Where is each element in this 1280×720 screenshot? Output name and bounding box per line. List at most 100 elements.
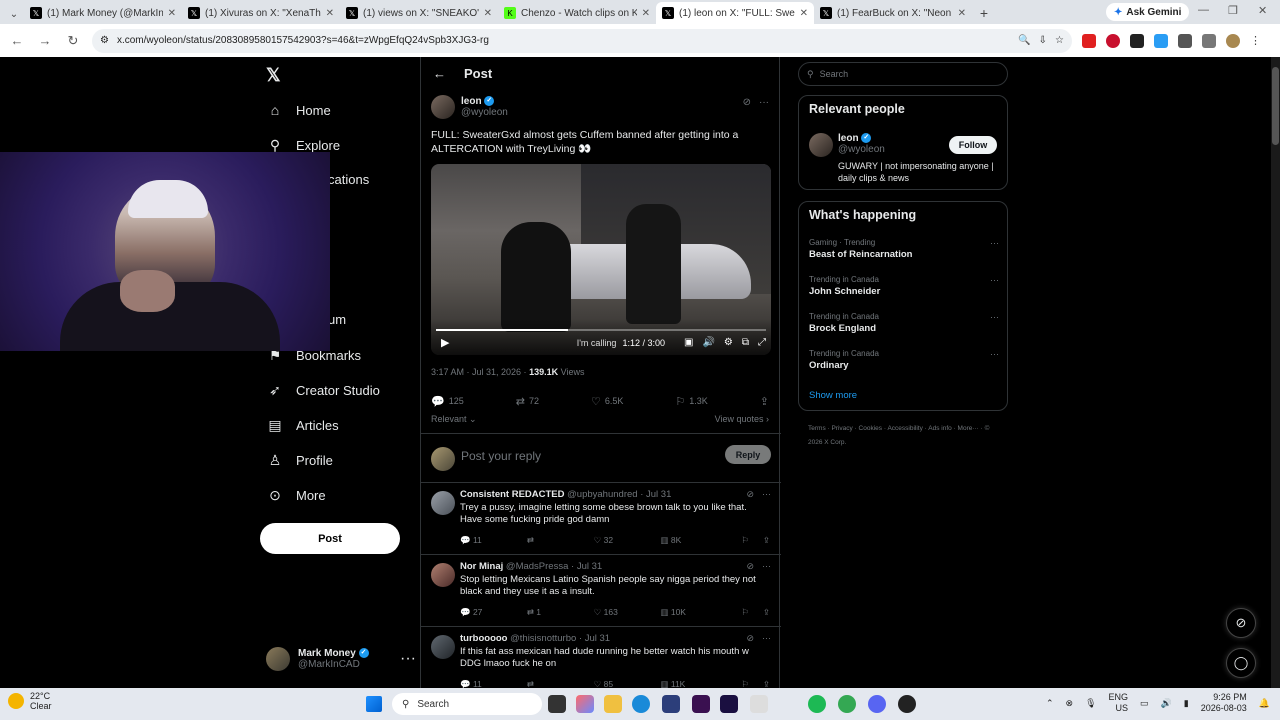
grok-icon[interactable]: ⊘ bbox=[746, 633, 754, 644]
app-icon[interactable] bbox=[662, 695, 680, 713]
grok-icon[interactable]: ⊘ bbox=[743, 97, 751, 108]
nav-premium[interactable]: um bbox=[328, 312, 346, 327]
bookmark-button[interactable]: ⚐ 1.3K bbox=[675, 392, 707, 410]
site-info-icon[interactable]: ⚙ bbox=[100, 35, 109, 46]
view-quotes-link[interactable]: View quotes › bbox=[715, 414, 769, 425]
close-icon[interactable]: ✕ bbox=[958, 8, 966, 19]
address-bar[interactable]: ⚙ x.com/wyoleon/status/20830895801575429… bbox=[92, 28, 1072, 53]
browser-tab-active[interactable]: 𝕏 (1) leon on X: "FULL: SweaterG ✕ bbox=[656, 2, 814, 24]
more-dots-icon[interactable]: ··· bbox=[762, 633, 771, 644]
premiere-icon[interactable] bbox=[720, 695, 738, 713]
captions-icon[interactable]: ▣ bbox=[684, 337, 693, 348]
extension-icon[interactable] bbox=[1082, 33, 1096, 48]
new-tab-button[interactable]: + bbox=[972, 2, 996, 24]
reply-repost-button[interactable]: ⇄ bbox=[527, 535, 594, 546]
clock[interactable]: 9:26 PM 2026-08-03 bbox=[1201, 692, 1247, 714]
post-author[interactable]: leon ✓ @wyoleon bbox=[431, 95, 508, 119]
reply-views[interactable]: ▥ 10K bbox=[660, 607, 727, 618]
reload-icon[interactable]: ↻ bbox=[64, 33, 82, 49]
install-icon[interactable]: ⇩ bbox=[1039, 35, 1047, 46]
more-dots-icon[interactable]: ··· bbox=[762, 489, 771, 500]
back-arrow-icon[interactable]: ← bbox=[433, 66, 446, 81]
settings-icon[interactable]: ⚙ bbox=[724, 337, 733, 348]
search-input[interactable]: ⚲ Search bbox=[798, 62, 1008, 86]
share-button[interactable]: ⇪ bbox=[760, 392, 769, 410]
person-name[interactable]: leon bbox=[838, 133, 859, 144]
copilot-icon[interactable] bbox=[576, 695, 594, 713]
language-indicator[interactable]: ENG US bbox=[1109, 692, 1129, 714]
reply-item[interactable]: turbooooo @thisisnotturbo · Jul 31 ⊘ ··· … bbox=[421, 627, 781, 689]
pip-icon[interactable]: ⧉ bbox=[742, 337, 749, 348]
messages-fab-icon[interactable]: ◯ bbox=[1226, 648, 1256, 678]
avatar[interactable] bbox=[809, 133, 833, 157]
account-switcher[interactable]: Mark Money ✓ @MarkInCAD ··· bbox=[266, 647, 416, 671]
reply-views[interactable]: ▥ 8K bbox=[660, 535, 727, 546]
reply-repost-button[interactable]: ⇄ 1 bbox=[527, 607, 594, 618]
obs-icon[interactable] bbox=[898, 695, 916, 713]
follow-button[interactable]: Follow bbox=[949, 136, 997, 154]
maximize-icon[interactable]: ❐ bbox=[1228, 4, 1238, 17]
back-icon[interactable]: ← bbox=[8, 33, 26, 48]
volume-icon[interactable]: 🔊 bbox=[702, 337, 714, 348]
extensions-puzzle-icon[interactable] bbox=[1178, 33, 1192, 48]
grok-icon[interactable]: ⊘ bbox=[746, 561, 754, 572]
ask-gemini-button[interactable]: ✦ Ask Gemini bbox=[1106, 3, 1190, 21]
post-button[interactable]: Post bbox=[260, 523, 400, 554]
like-button[interactable]: ♡ 6.5K bbox=[591, 392, 623, 410]
app-icon[interactable] bbox=[692, 695, 710, 713]
app-icon[interactable] bbox=[750, 695, 768, 713]
share-icon[interactable]: ⇪ bbox=[763, 535, 770, 546]
weather-widget[interactable]: 22°C Clear bbox=[8, 691, 52, 711]
share-icon[interactable]: ⇪ bbox=[763, 607, 770, 618]
chevron-up-icon[interactable]: ⌃ bbox=[1046, 698, 1054, 709]
chrome-icon[interactable] bbox=[838, 695, 856, 713]
footer-links[interactable]: Terms · Privacy · Cookies · Accessibilit… bbox=[808, 422, 998, 450]
sort-dropdown[interactable]: Relevant ⌄ bbox=[431, 414, 477, 425]
grok-icon[interactable]: ⊘ bbox=[746, 489, 754, 500]
show-more-link[interactable]: Show more bbox=[809, 390, 857, 401]
nav-notifications[interactable]: cations bbox=[328, 172, 369, 187]
nav-profile[interactable]: ♙ Profile bbox=[266, 452, 333, 469]
extension-icon[interactable] bbox=[1154, 33, 1168, 48]
close-icon[interactable]: ✕ bbox=[326, 8, 334, 19]
browser-tab[interactable]: 𝕏 (1) FearBuck on X: "Neon was a ✕ bbox=[814, 2, 972, 24]
reply-item[interactable]: Nor Minaj @MadsPressa · Jul 31 ⊘ ··· Stop… bbox=[421, 555, 781, 627]
grok-fab-icon[interactable]: ⊘ bbox=[1226, 608, 1256, 638]
reply-reply-button[interactable]: 💬 11 bbox=[460, 535, 527, 546]
more-dots-icon[interactable]: ··· bbox=[990, 349, 999, 359]
profile-avatar[interactable] bbox=[1226, 33, 1240, 48]
menu-icon[interactable]: ⋮ bbox=[1250, 34, 1261, 47]
monitor-icon[interactable]: ▭ bbox=[1140, 698, 1149, 709]
nav-more[interactable]: ⊙ More bbox=[266, 487, 326, 504]
video-player[interactable]: ▶ I'm calling 1:12 / 3:00 ▣ 🔊 ⚙ ⧉ ⤢ bbox=[431, 164, 771, 355]
nav-creator-studio[interactable]: ➶ Creator Studio bbox=[266, 382, 380, 399]
close-icon[interactable]: ✕ bbox=[642, 8, 650, 19]
trend-item[interactable]: Trending in Canada John Schneider ··· bbox=[809, 275, 999, 297]
reply-input[interactable]: Post your reply bbox=[461, 449, 541, 463]
extension-icon[interactable] bbox=[1130, 33, 1144, 48]
bookmark-icon[interactable]: ⚐ bbox=[741, 535, 749, 546]
bookmark-star-icon[interactable]: ☆ bbox=[1055, 35, 1064, 46]
more-dots-icon[interactable]: ··· bbox=[762, 561, 771, 572]
forward-icon[interactable]: → bbox=[36, 33, 54, 48]
more-dots-icon[interactable]: ··· bbox=[990, 312, 999, 322]
reply-submit-button[interactable]: Reply bbox=[725, 445, 771, 464]
browser-tab[interactable]: 𝕏 (1) Mark Money (@MarkInCAD ✕ bbox=[24, 2, 182, 24]
more-dots-icon[interactable]: ··· bbox=[990, 238, 999, 248]
trend-item[interactable]: Gaming · Trending Beast of Reincarnation ·… bbox=[809, 238, 999, 260]
reply-reply-button[interactable]: 💬 27 bbox=[460, 607, 527, 618]
browser-tab[interactable]: 𝕏 (1) views on X: "SNEAKO's ex-g ✕ bbox=[340, 2, 498, 24]
trend-item[interactable]: Trending in Canada Ordinary ··· bbox=[809, 349, 999, 371]
trend-item[interactable]: Trending in Canada Brock England ··· bbox=[809, 312, 999, 334]
play-icon[interactable]: ▶ bbox=[441, 336, 449, 349]
extension-icon[interactable] bbox=[1106, 33, 1120, 48]
zoom-icon[interactable]: 🔍 bbox=[1018, 35, 1030, 46]
close-icon[interactable]: ✕ bbox=[484, 8, 492, 19]
video-progress-bar[interactable] bbox=[436, 329, 766, 331]
reply-like-button[interactable]: ♡ 163 bbox=[594, 607, 661, 618]
page-scrollbar[interactable] bbox=[1271, 57, 1280, 688]
reply-item[interactable]: Consistent REDACTED @upbyahundred · Jul … bbox=[421, 483, 781, 555]
browser-tab[interactable]: 𝕏 (1) Xivuras on X: "XenaTheWitc ✕ bbox=[182, 2, 340, 24]
nav-articles[interactable]: ▤ Articles bbox=[266, 417, 338, 434]
battery-icon[interactable]: ▮ bbox=[1184, 698, 1189, 709]
